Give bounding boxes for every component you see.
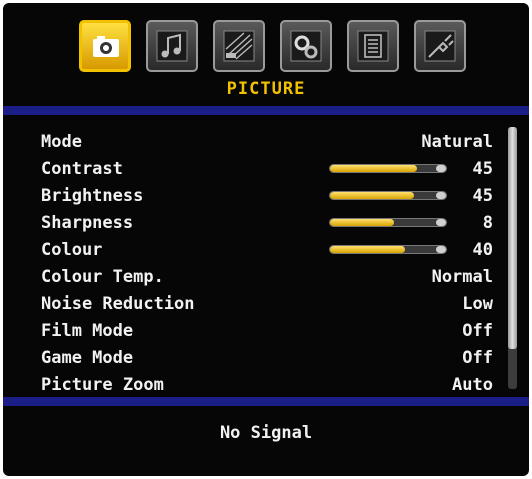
menu-item-picture-zoom[interactable]: Picture Zoom Auto — [3, 372, 529, 398]
camera-icon — [93, 36, 119, 57]
slider-knob — [436, 246, 446, 253]
plug-icon — [424, 30, 456, 62]
menu-item-value: Low — [462, 294, 493, 314]
menu-item-film-mode[interactable]: Film Mode Off — [3, 318, 529, 344]
menu-item-value: 45 — [472, 186, 493, 206]
menu-item-value: Normal — [431, 267, 493, 287]
menu-item-value: Off — [462, 348, 493, 368]
contrast-slider[interactable] — [329, 164, 447, 173]
slider-knob — [436, 192, 446, 199]
menu-item-label: Sharpness — [41, 213, 134, 233]
sharpness-slider[interactable] — [329, 218, 447, 227]
divider-bottom — [3, 397, 529, 406]
gears-icon — [290, 30, 322, 62]
menu-item-value: Natural — [421, 132, 493, 152]
slider-fill — [330, 192, 414, 199]
scrollbar-thumb[interactable] — [508, 127, 517, 349]
menu-item-label: Picture Zoom — [41, 375, 164, 395]
menu-item-label: Mode — [41, 132, 82, 152]
tab-source[interactable] — [347, 20, 399, 72]
tab-connections[interactable] — [414, 20, 466, 72]
document-icon — [357, 30, 389, 62]
menu-item-label: Colour — [41, 240, 103, 260]
menu-item-sharpness[interactable]: Sharpness 8 — [3, 210, 529, 236]
menu-item-mode[interactable]: Mode Natural — [3, 129, 529, 155]
picture-menu: Mode Natural Contrast 45 Brightness 45 S… — [3, 115, 529, 397]
menu-item-colour[interactable]: Colour 40 — [3, 237, 529, 263]
menu-item-value: Off — [462, 321, 493, 341]
osd-window: PICTURE Mode Natural Contrast 45 Brightn… — [3, 3, 529, 476]
tab-install[interactable] — [213, 20, 265, 72]
section-title: PICTURE — [226, 79, 306, 99]
tab-sound[interactable] — [146, 20, 198, 72]
slider-knob — [436, 219, 446, 226]
menu-item-label: Contrast — [41, 159, 123, 179]
status-message: No Signal — [219, 423, 313, 443]
slider-knob — [436, 165, 446, 172]
menu-item-game-mode[interactable]: Game Mode Off — [3, 345, 529, 371]
menu-item-value: Auto — [452, 375, 493, 395]
menu-item-label: Colour Temp. — [41, 267, 164, 287]
satellite-install-icon — [223, 30, 255, 62]
slider-fill — [330, 246, 406, 253]
menu-item-value: 40 — [472, 240, 493, 260]
menu-item-label: Film Mode — [41, 321, 134, 341]
menu-item-value: 45 — [472, 159, 493, 179]
slider-fill — [330, 165, 417, 172]
menu-item-contrast[interactable]: Contrast 45 — [3, 156, 529, 182]
slider-fill — [330, 219, 394, 226]
menu-tab-bar — [79, 20, 469, 76]
menu-item-colour-temp[interactable]: Colour Temp. Normal — [3, 264, 529, 290]
menu-item-label: Noise Reduction — [41, 294, 195, 314]
menu-item-value: 8 — [482, 213, 493, 233]
brightness-slider[interactable] — [329, 191, 447, 200]
tab-picture[interactable] — [79, 20, 131, 72]
divider-top — [3, 106, 529, 115]
colour-slider[interactable] — [329, 245, 447, 254]
menu-item-label: Game Mode — [41, 348, 134, 368]
music-note-icon — [156, 30, 188, 62]
menu-item-noise-reduction[interactable]: Noise Reduction Low — [3, 291, 529, 317]
menu-item-brightness[interactable]: Brightness 45 — [3, 183, 529, 209]
menu-item-label: Brightness — [41, 186, 144, 206]
tab-settings[interactable] — [280, 20, 332, 72]
